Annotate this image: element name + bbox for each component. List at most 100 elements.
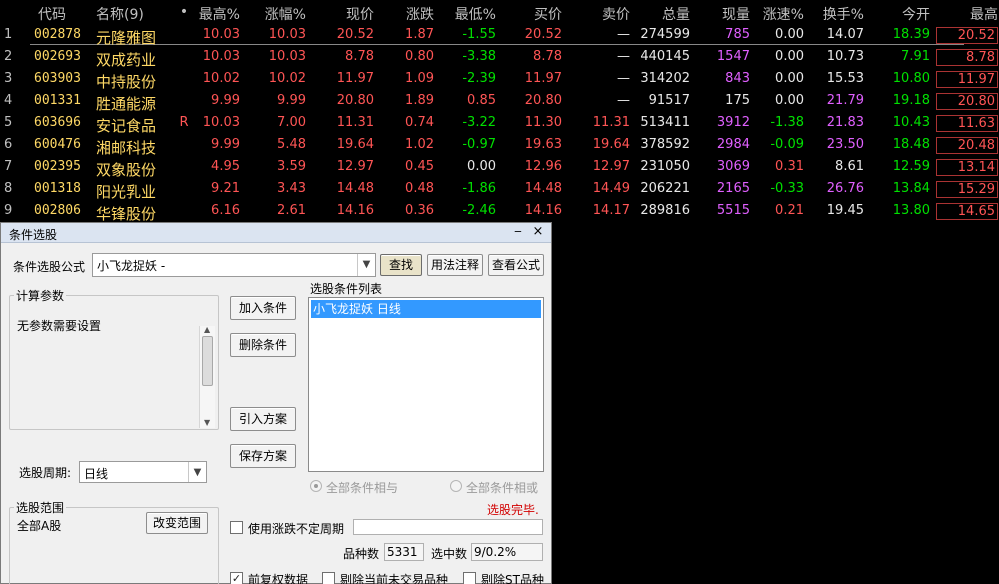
find-button[interactable]: 查找 — [380, 254, 422, 276]
cell-ask: — — [617, 93, 630, 108]
dialog-titlebar[interactable]: 条件选股 ‒ × — [1, 223, 551, 243]
cell-idx: 9 — [4, 203, 13, 218]
condition-list[interactable]: 小飞龙捉妖 日线 — [308, 297, 544, 472]
condition-list-item[interactable]: 小飞龙捉妖 日线 — [311, 300, 541, 318]
col-header-chg[interactable]: 涨跌 — [384, 4, 434, 24]
cell-name: 双象股份 — [96, 161, 157, 179]
use-period-label: 使用涨跌不定周期 — [248, 522, 345, 536]
col-header-pct[interactable]: 涨幅% — [250, 4, 306, 24]
period-select[interactable]: 日线 ▼ — [79, 461, 207, 483]
cell-name: 阳光乳业 — [96, 183, 157, 201]
change-range-button[interactable]: 改变范围 — [146, 512, 208, 534]
chevron-down-icon[interactable]: ▼ — [188, 462, 206, 482]
minimize-icon[interactable]: ‒ — [511, 224, 525, 240]
cell-max: 15.29 — [936, 181, 998, 198]
cell-spd: -0.09 — [770, 137, 804, 152]
save-scheme-button[interactable]: 保存方案 — [230, 444, 296, 468]
cell-price: 14.16 — [336, 203, 374, 218]
cell-code: 002878 — [34, 27, 81, 42]
col-header-flag[interactable]: • — [176, 4, 192, 20]
period-input[interactable] — [353, 519, 543, 535]
cell-cur: 175 — [725, 93, 750, 108]
cell-name: 湘邮科技 — [96, 139, 157, 157]
cell-cur: 5515 — [716, 203, 750, 218]
selected-label: 选中数 — [431, 547, 468, 561]
radio-and-label: 全部条件相与 — [326, 481, 399, 495]
cell-cur: 843 — [725, 71, 750, 86]
col-header-max[interactable]: 最高 — [936, 4, 998, 24]
params-scrollbar[interactable]: ▲ ▼ — [199, 325, 215, 428]
radio-and[interactable] — [310, 480, 322, 492]
table-row[interactable]: 4 001331 胜通能源 9.99 9.99 20.80 1.89 0.85 20.80 — 91… — [0, 90, 999, 113]
cell-pct: 3.59 — [277, 159, 306, 174]
col-header-speed[interactable]: 涨速% — [756, 4, 804, 24]
excl-suspend-checkbox[interactable] — [322, 572, 335, 584]
col-header-high-pct[interactable]: 最高% — [194, 4, 240, 24]
table-row[interactable]: 3 603903 中持股份 10.02 10.02 11.97 1.09 -2.39 11.97… — [0, 68, 999, 91]
cell-pct: 9.99 — [277, 93, 306, 108]
usage-notes-button[interactable]: 用法注释 — [427, 254, 483, 276]
stock-quote-table: 代码 名称(9) • 最高% 涨幅% 现价 涨跌 最低% 买价 卖价 总量 现量… — [0, 0, 999, 223]
excl-st-checkbox[interactable] — [463, 572, 476, 584]
col-header-turnover[interactable]: 换手% — [812, 4, 864, 24]
cell-open: 19.18 — [892, 93, 930, 108]
cell-ask: 11.31 — [592, 115, 630, 130]
radio-or[interactable] — [450, 480, 462, 492]
cell-idx: 7 — [4, 159, 13, 174]
use-period-checkbox[interactable] — [230, 521, 243, 534]
table-row[interactable]: 5 603696 安记食品 R 10.03 7.00 11.31 0.74 -3.22 11.30… — [0, 112, 999, 135]
cell-turn: 15.53 — [826, 71, 864, 86]
period-value: 日线 — [84, 467, 109, 481]
cell-spd: 0.00 — [775, 71, 804, 86]
cell-chg: 1.89 — [405, 93, 434, 108]
cell-price: 11.31 — [336, 115, 374, 130]
cell-chg: 0.45 — [405, 159, 434, 174]
cell-max: 8.78 — [936, 49, 998, 66]
cell-vol: 91517 — [648, 93, 690, 108]
cell-pct: 10.03 — [268, 49, 306, 64]
cell-name: 双成药业 — [96, 51, 157, 69]
col-header-code[interactable]: 代码 — [38, 4, 98, 24]
formula-select[interactable]: 小飞龙捉妖 - ▼ — [92, 253, 376, 277]
cell-bid: 20.52 — [524, 27, 562, 42]
col-header-low-pct[interactable]: 最低% — [440, 4, 496, 24]
table-row[interactable]: 7 002395 双象股份 4.95 3.59 12.97 0.45 0.00 12.96 12.… — [0, 156, 999, 179]
col-header-name[interactable]: 名称(9) — [96, 4, 178, 24]
formula-label: 条件选股公式 — [13, 260, 86, 274]
cell-idx: 5 — [4, 115, 13, 130]
chevron-down-icon[interactable]: ▼ — [357, 254, 375, 276]
close-icon[interactable]: × — [531, 224, 545, 240]
add-condition-button[interactable]: 加入条件 — [230, 296, 296, 320]
cell-turn: 8.61 — [835, 159, 864, 174]
table-row[interactable]: 6 600476 湘邮科技 9.99 5.48 19.64 1.02 -0.97 19.63 19… — [0, 134, 999, 157]
scroll-up-icon[interactable]: ▲ — [204, 325, 210, 334]
cell-code: 002806 — [34, 203, 81, 218]
scroll-thumb[interactable] — [202, 336, 213, 386]
cell-open: 10.80 — [892, 71, 930, 86]
cell-chg: 0.36 — [405, 203, 434, 218]
scroll-down-icon[interactable]: ▼ — [204, 418, 210, 427]
cell-code: 603903 — [34, 71, 81, 86]
table-row[interactable]: 8 001318 阳光乳业 9.21 3.43 14.48 0.48 -1.86 14.48 14… — [0, 178, 999, 201]
col-header-open[interactable]: 今开 — [872, 4, 930, 24]
cell-idx: 2 — [4, 49, 13, 64]
cell-max: 20.52 — [936, 27, 998, 44]
col-header-price[interactable]: 现价 — [318, 4, 374, 24]
adj-data-checkbox[interactable]: ✓ — [230, 572, 243, 584]
cell-code: 603696 — [34, 115, 81, 130]
col-header-cur-vol[interactable]: 现量 — [700, 4, 750, 24]
cell-low-pct: -1.55 — [462, 27, 496, 42]
cell-code: 002693 — [34, 49, 81, 64]
col-header-vol[interactable]: 总量 — [636, 4, 690, 24]
cell-turn: 10.73 — [826, 49, 864, 64]
col-header-ask[interactable]: 卖价 — [570, 4, 630, 24]
view-formula-button[interactable]: 查看公式 — [488, 254, 544, 276]
delete-condition-button[interactable]: 删除条件 — [230, 333, 296, 357]
table-row[interactable]: 9 002806 华锋股份 6.16 2.61 14.16 0.36 -2.46 14.16 14… — [0, 200, 999, 223]
cell-flag: R — [179, 115, 189, 130]
table-row[interactable]: 1 002878 元隆雅图 10.03 10.03 20.52 1.87 -1.55 20.52… — [0, 24, 999, 47]
table-row[interactable]: 2 002693 双成药业 10.03 10.03 8.78 0.80 -3.38 8.78 — 4… — [0, 46, 999, 69]
import-scheme-button[interactable]: 引入方案 — [230, 407, 296, 431]
cell-pct: 2.61 — [277, 203, 306, 218]
col-header-bid[interactable]: 买价 — [500, 4, 562, 24]
